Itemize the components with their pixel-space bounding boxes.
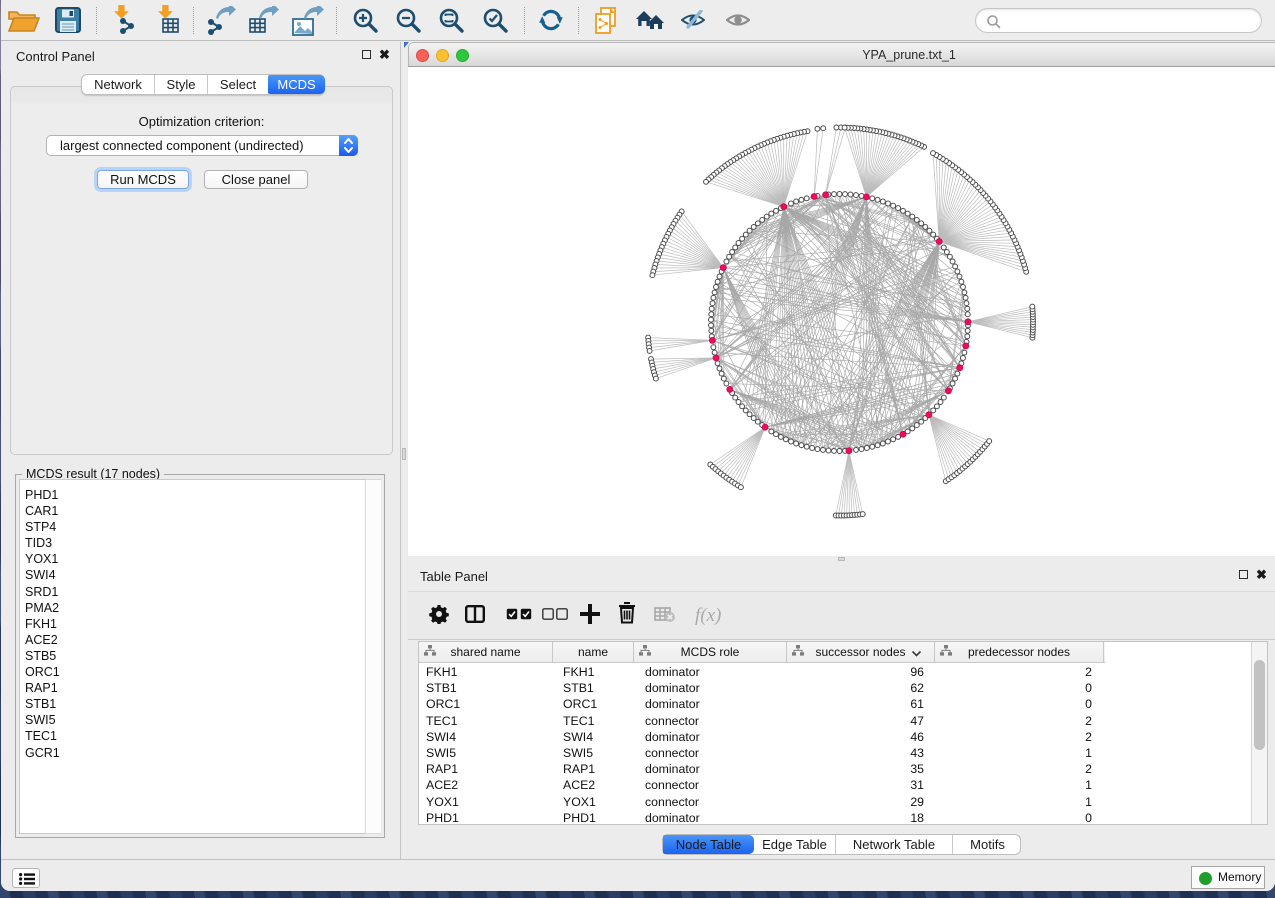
svg-text:f(x): f(x): [695, 605, 721, 626]
